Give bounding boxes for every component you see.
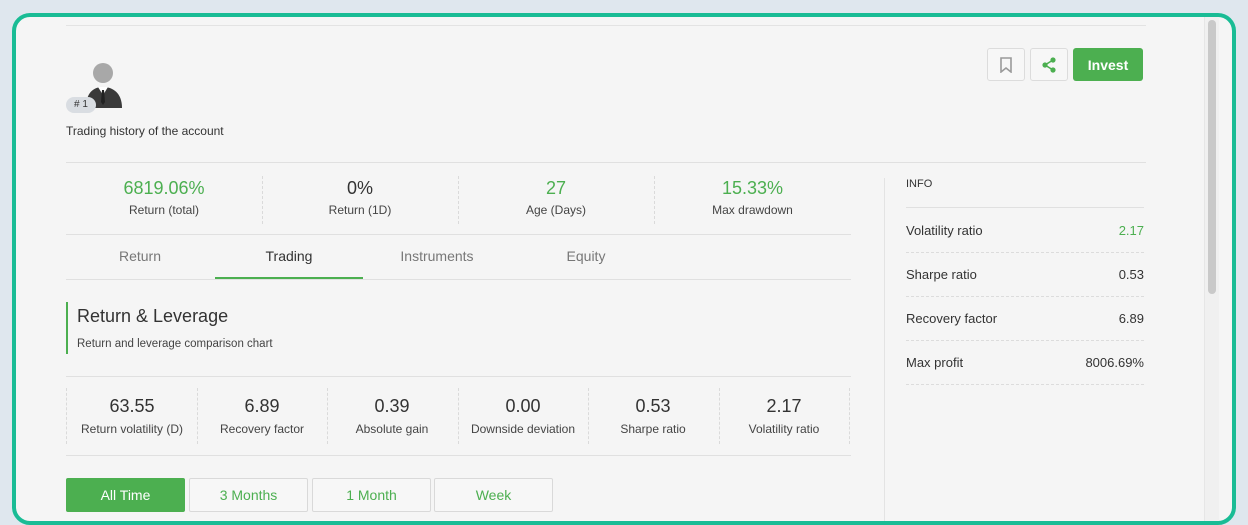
metrics-bottom-divider	[66, 455, 851, 456]
period-all-time-button[interactable]: All Time	[66, 478, 185, 512]
section-title: Return & Leverage	[77, 306, 229, 326]
info-panel-border	[884, 178, 885, 521]
scrollbar-thumb[interactable]	[1208, 20, 1216, 294]
metric-divider	[849, 388, 850, 444]
metrics-top-divider	[66, 376, 851, 377]
info-row-recovery-factor: Recovery factor 6.89	[906, 297, 1144, 341]
info-value: 6.89	[1118, 311, 1144, 326]
info-label: Volatility ratio	[906, 223, 983, 238]
metric-label: Return volatility (D)	[80, 422, 184, 436]
stat-label: Return (total)	[128, 203, 200, 217]
info-value: 0.53	[1118, 267, 1144, 282]
metric-label: Recovery factor	[219, 422, 305, 436]
info-value: 2.17	[1118, 223, 1144, 238]
metric-value: 63.55	[109, 396, 155, 416]
stat-age: 27 Age (Days)	[458, 178, 654, 217]
metric-label: Absolute gain	[355, 422, 429, 436]
metric-absolute-gain: 0.39 Absolute gain	[327, 396, 457, 436]
stat-label: Max drawdown	[712, 203, 793, 217]
period-week-button[interactable]: Week	[434, 478, 553, 512]
metric-recovery-factor: 6.89 Recovery factor	[197, 396, 327, 436]
rank-badge: # 1	[66, 97, 96, 113]
period-1-month-button[interactable]: 1 Month	[312, 478, 431, 512]
period-3-months-button[interactable]: 3 Months	[189, 478, 308, 512]
metric-sharpe-ratio: 0.53 Sharpe ratio	[588, 396, 718, 436]
bookmark-icon	[1000, 56, 1012, 73]
metric-volatility-ratio: 2.17 Volatility ratio	[719, 396, 849, 436]
invest-button[interactable]: Invest	[1073, 48, 1143, 81]
stat-label: Return (1D)	[328, 203, 392, 217]
metric-label: Downside deviation	[470, 422, 576, 436]
account-subtitle: Trading history of the account	[66, 124, 224, 138]
info-row-max-profit: Max profit 8006.69%	[906, 341, 1144, 385]
info-row-volatility-ratio: Volatility ratio 2.17	[906, 209, 1144, 253]
share-button[interactable]	[1030, 48, 1068, 81]
metric-label: Sharpe ratio	[620, 422, 686, 436]
stat-value: 0%	[346, 178, 373, 198]
metric-value: 0.00	[505, 396, 541, 416]
stat-label: Age (Days)	[525, 203, 587, 217]
tabs-divider	[66, 279, 851, 280]
stat-return-total: 6819.06% Return (total)	[66, 178, 262, 217]
stat-max-drawdown: 15.33% Max drawdown	[654, 178, 851, 217]
info-title-divider	[906, 207, 1144, 208]
metric-value: 0.53	[635, 396, 671, 416]
metric-return-volatility: 63.55 Return volatility (D)	[67, 396, 197, 436]
info-title: INFO	[906, 178, 933, 190]
tab-return[interactable]: Return	[66, 248, 214, 264]
metric-label: Volatility ratio	[748, 422, 820, 436]
share-icon	[1042, 56, 1056, 73]
stat-value: 15.33%	[721, 178, 784, 198]
metric-value: 0.39	[374, 396, 410, 416]
info-label: Sharpe ratio	[906, 267, 977, 282]
info-value: 8006.69%	[1085, 355, 1144, 370]
metric-value: 2.17	[766, 396, 802, 416]
stat-return-1d: 0% Return (1D)	[262, 178, 458, 217]
tab-equity[interactable]: Equity	[512, 248, 660, 264]
info-label: Max profit	[906, 355, 964, 370]
window-frame: # 1 Trading history of the account Inves…	[12, 13, 1236, 525]
stat-value: 6819.06%	[123, 178, 205, 198]
stat-value: 27	[545, 178, 567, 198]
tab-trading[interactable]: Trading	[215, 248, 363, 264]
info-label: Recovery factor	[906, 311, 998, 326]
stats-divider	[66, 234, 851, 235]
info-row-sharpe-ratio: Sharpe ratio 0.53	[906, 253, 1144, 297]
metric-value: 6.89	[244, 396, 280, 416]
tab-instruments[interactable]: Instruments	[363, 248, 511, 264]
bookmark-button[interactable]	[987, 48, 1025, 81]
metric-downside-deviation: 0.00 Downside deviation	[458, 396, 588, 436]
info-row-divider	[906, 384, 1144, 385]
top-divider	[66, 25, 1146, 26]
section-description: Return and leverage comparison chart	[77, 338, 273, 350]
section-accent-bar	[66, 302, 68, 354]
header-divider	[66, 162, 1146, 163]
